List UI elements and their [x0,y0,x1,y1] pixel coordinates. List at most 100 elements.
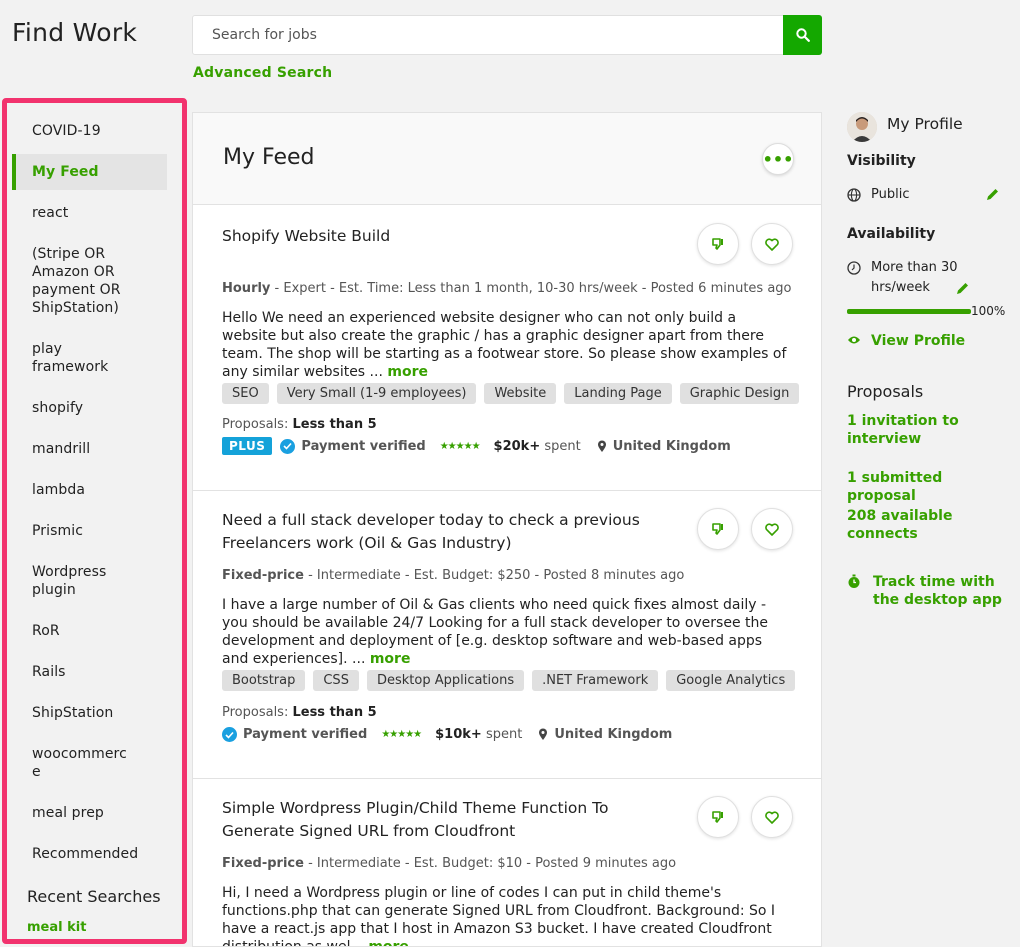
sidebar-item-woocommerce[interactable]: woocommerce [12,745,130,781]
client-spent: $10k+ spent [435,727,522,742]
skill-tag[interactable]: Landing Page [564,383,672,404]
sidebar-item-meal-prep[interactable]: meal prep [12,804,167,822]
track-time-link[interactable]: Track time with the desktop app [873,573,1008,609]
star-rating: ★★★★★ [439,440,481,452]
job-title[interactable]: Shopify Website Build [222,225,672,248]
thumbs-down-icon [712,238,723,250]
stopwatch-icon [848,574,860,588]
sidebar-item-recommended[interactable]: Recommended [12,845,167,863]
job-card[interactable]: Need a full stack developer today to che… [193,491,821,779]
search-input[interactable] [193,16,785,54]
avatar[interactable] [847,112,877,142]
heart-icon [765,237,779,251]
star-rating: ★★★★★ [381,729,422,740]
job-meta: Fixed-price - Intermediate - Est. Budget… [222,856,676,871]
recent-search-item[interactable]: meal kit [27,920,86,935]
skill-tag[interactable]: SEO [222,383,269,404]
proposals-label: Proposals: [222,705,293,720]
dislike-button[interactable] [697,223,739,265]
visibility-title: Visibility [847,153,916,169]
more-link[interactable]: more [387,364,428,380]
save-job-button[interactable] [751,796,793,838]
job-meta-details: - Expert - Est. Time: Less than 1 month,… [270,281,792,296]
feed-title: My Feed [223,145,315,170]
more-link[interactable]: more [368,939,409,946]
sidebar-item-prismic[interactable]: Prismic [12,522,167,540]
my-profile-title[interactable]: My Profile [887,115,963,133]
heart-icon [765,810,779,824]
proposals-value: Less than 5 [292,417,377,432]
skill-tag[interactable]: Very Small (1-9 employees) [276,383,477,404]
more-link[interactable]: more [370,651,411,667]
heart-icon [765,522,779,536]
spent-amount: $10k+ [435,727,482,742]
job-title[interactable]: Simple Wordpress Plugin/Child Theme Func… [222,797,672,843]
ellipsis-icon[interactable]: ••• [762,143,794,175]
availability-percent: 100% [971,304,1006,318]
sidebar-item-mandrill[interactable]: mandrill [12,440,167,458]
sidebar-item-react[interactable]: react [12,204,167,222]
invitations-link[interactable]: 1 invitation to interview [847,412,967,448]
globe-icon [847,188,861,202]
availability-title: Availability [847,226,936,242]
client-info: PLUS Payment verified ★★★★★ $20k+ spent … [222,437,731,455]
location-text: United Kingdom [612,438,731,454]
feed-header: My Feed ••• [193,113,821,205]
dislike-button[interactable] [697,796,739,838]
sidebar-item-play-framework[interactable]: play framework [12,340,122,376]
skill-tag[interactable]: Graphic Design [679,383,800,404]
proposals-title: Proposals [847,382,924,401]
job-description: I have a large number of Oil & Gas clien… [222,596,787,668]
connects-link[interactable]: 208 available connects [847,507,967,543]
search-button[interactable] [783,15,822,55]
location-pin-icon [539,728,548,740]
skill-tag[interactable]: Website [484,383,557,404]
sidebar-item-stripe-amazon-payment[interactable]: (Stripe OR Amazon OR payment OR ShipStat… [12,245,130,317]
eye-icon [848,336,860,344]
job-type: Hourly [222,281,271,296]
feed-panel: My Feed ••• Shopify Website Build Hourly… [192,112,822,947]
edit-availability-icon[interactable] [955,281,970,296]
skill-tag[interactable]: Google Analytics [666,670,796,691]
job-meta-details: - Intermediate - Est. Budget: $10 - Post… [303,856,677,871]
proposals-label: Proposals: [222,417,293,432]
skill-tag[interactable]: Desktop Applications [366,670,525,691]
save-job-button[interactable] [751,223,793,265]
sidebar-item-rails[interactable]: Rails [12,663,167,681]
job-card[interactable]: Simple Wordpress Plugin/Child Theme Func… [193,779,821,947]
dislike-button[interactable] [697,508,739,550]
availability-progress-bar [847,309,971,314]
edit-visibility-icon[interactable] [985,187,1000,202]
job-title[interactable]: Need a full stack developer today to che… [222,509,672,555]
payment-verified: Payment verified [243,727,368,742]
spent-label: spent [481,727,523,742]
page-title: Find Work [12,18,138,47]
sidebar-item-my-feed[interactable]: My Feed [12,154,167,190]
sidebar-item-ror[interactable]: RoR [12,622,167,640]
skill-tag[interactable]: .NET Framework [532,670,659,691]
sidebar-item-shipstation[interactable]: ShipStation [12,704,167,722]
skill-tag[interactable]: Bootstrap [222,670,306,691]
spent-label: spent [540,438,581,454]
skill-tags: SEO Very Small (1-9 employees) Website L… [222,383,800,404]
client-spent: $20k+ spent [494,439,581,454]
job-meta-details: - Intermediate - Est. Budget: $250 - Pos… [303,568,685,583]
skill-tag[interactable]: CSS [313,670,359,691]
job-description-text: Hi, I need a Wordpress plugin or line of… [222,885,776,947]
submitted-proposals-link[interactable]: 1 submitted proposal [847,469,1012,505]
search-icon [795,28,810,42]
visibility-value: Public [871,187,910,202]
skill-tags: Bootstrap CSS Desktop Applications .NET … [222,670,796,691]
job-description-text: Hello We need an experienced website des… [222,310,787,380]
sidebar-item-shopify[interactable]: shopify [12,399,167,417]
save-job-button[interactable] [751,508,793,550]
view-profile-link[interactable]: View Profile [871,332,965,350]
recent-searches-title: Recent Searches [27,887,161,906]
job-type: Fixed-price [222,856,304,871]
job-description: Hi, I need a Wordpress plugin or line of… [222,884,787,947]
advanced-search-link[interactable]: Advanced Search [193,65,332,81]
sidebar-item-wordpress-plugin[interactable]: Wordpress plugin [12,563,122,599]
sidebar-item-covid-19[interactable]: COVID-19 [12,122,167,140]
job-card[interactable]: Shopify Website Build Hourly - Expert - … [193,205,821,491]
sidebar-item-lambda[interactable]: lambda [12,481,167,499]
